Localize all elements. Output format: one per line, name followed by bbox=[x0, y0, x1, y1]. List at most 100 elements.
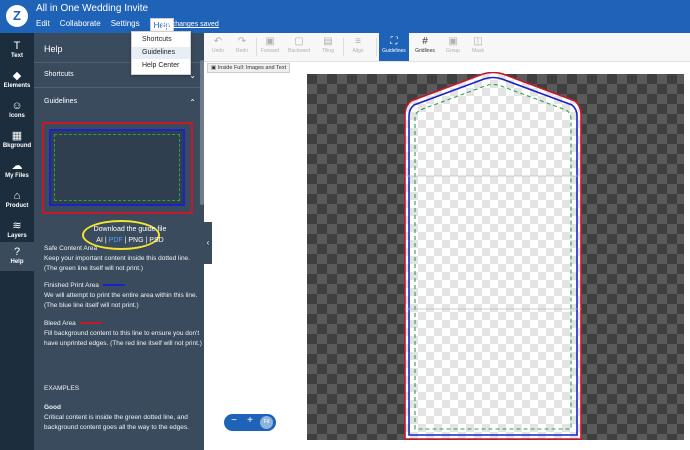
menu-settings[interactable]: Settings bbox=[111, 19, 140, 31]
redo-button[interactable]: ↷ Redo bbox=[230, 33, 254, 61]
rail-item-layers[interactable]: ≋ Layers bbox=[0, 216, 34, 245]
tool-label: Redo bbox=[236, 48, 248, 54]
send-backward-icon: ▢ bbox=[294, 36, 304, 47]
blue-line-swatch bbox=[102, 284, 125, 287]
product-icon: ⌂ bbox=[13, 190, 21, 202]
tiling-icon: ▤ bbox=[323, 36, 333, 47]
rail-item-text[interactable]: T Text bbox=[0, 36, 34, 65]
collapse-panel-button[interactable]: ‹ bbox=[204, 222, 212, 264]
zoom-out-button[interactable]: − bbox=[227, 415, 241, 426]
rail-label: Product bbox=[5, 203, 29, 209]
top-bar: Z All in One Wedding Invite Edit Collabo… bbox=[0, 0, 690, 33]
separator: | bbox=[104, 237, 107, 244]
smiley-icon: ☺ bbox=[11, 100, 23, 112]
tool-label: Tiling bbox=[322, 48, 334, 54]
undo-button[interactable]: ↶ Undo bbox=[206, 33, 230, 61]
align-button[interactable]: ≡ Align bbox=[346, 33, 370, 61]
grid-icon: # bbox=[422, 36, 428, 47]
menu-item-guidelines[interactable]: Guidelines bbox=[132, 47, 190, 59]
redo-icon: ↷ bbox=[237, 36, 247, 47]
safe-area-body: Keep your important content inside this … bbox=[44, 255, 190, 272]
separator: | bbox=[124, 237, 127, 244]
cloud-upload-icon: ☁ bbox=[11, 160, 23, 172]
guideline-diagram bbox=[42, 122, 193, 214]
tool-label: Undo bbox=[212, 48, 224, 54]
rail-item-icons[interactable]: ☺ Icons bbox=[0, 96, 34, 125]
tool-label: Guidelines bbox=[382, 48, 406, 54]
safe-area-line bbox=[54, 134, 180, 201]
rail-label: Icons bbox=[9, 113, 25, 119]
zoom-control: − + Fit bbox=[224, 414, 276, 431]
bleed-area-title: Bleed Area bbox=[44, 320, 76, 327]
download-psd-link[interactable]: PSD bbox=[149, 237, 163, 244]
bleed-area-body: Fill background content to this line to … bbox=[44, 330, 202, 347]
tool-label: Align bbox=[352, 48, 364, 54]
finished-area-title-row: Finished Print Area bbox=[44, 281, 204, 291]
zazzle-logo-icon[interactable]: Z bbox=[6, 5, 28, 27]
bleed-area-info: Bleed Area Fill background content to th… bbox=[44, 319, 204, 349]
download-block: Download the guide file AI | PDF | PNG |… bbox=[70, 224, 190, 246]
tool-label: Forward bbox=[260, 48, 280, 54]
rail-item-elements[interactable]: ◆ Elements bbox=[0, 66, 34, 95]
help-panel: Help Shortcuts ⌄ Guidelines ⌃ Download t… bbox=[34, 33, 204, 450]
editor-toolbar: ↶ Undo ↷ Redo ▣ Forward ▢ Backward ▤ Til… bbox=[204, 33, 690, 62]
download-ai-link[interactable]: AI bbox=[96, 237, 103, 244]
panel-scrollbar[interactable] bbox=[200, 60, 204, 205]
backward-button[interactable]: ▢ Backward bbox=[284, 33, 314, 61]
divider bbox=[34, 87, 204, 88]
tool-label: Mask bbox=[472, 48, 484, 54]
toolbar-divider bbox=[376, 38, 377, 56]
group-button[interactable]: ▣ Group bbox=[441, 33, 465, 61]
finished-area-title: Finished Print Area bbox=[44, 282, 99, 289]
download-png-link[interactable]: PNG bbox=[128, 237, 143, 244]
finished-area-line bbox=[49, 129, 185, 206]
rail-item-background[interactable]: ▦ Bkground bbox=[0, 126, 34, 155]
bleed-line bbox=[404, 72, 582, 440]
align-icon: ≡ bbox=[355, 36, 361, 47]
guidelines-button[interactable]: ⛶ Guidelines bbox=[379, 33, 409, 61]
menu-item-help-center[interactable]: Help Center bbox=[132, 60, 190, 72]
rail-label: Bkground bbox=[2, 143, 32, 149]
bring-forward-icon: ▣ bbox=[265, 36, 275, 47]
menu-collaborate[interactable]: Collaborate bbox=[60, 19, 101, 31]
separator: | bbox=[145, 237, 148, 244]
background-icon: ▦ bbox=[11, 130, 23, 142]
rail-label: Text bbox=[11, 53, 23, 59]
rail-item-my-files[interactable]: ☁ My Files bbox=[0, 156, 34, 185]
design-area-label: Inside Full: Images and Text bbox=[217, 65, 287, 71]
rail-item-product[interactable]: ⌂ Product bbox=[0, 186, 34, 215]
save-status: All changes saved bbox=[162, 21, 219, 28]
tool-rail: T Text ◆ Elements ☺ Icons ▦ Bkground ☁ M… bbox=[0, 33, 34, 450]
zoom-in-button[interactable]: + bbox=[243, 415, 257, 426]
download-pdf-link[interactable]: PDF bbox=[109, 237, 123, 244]
chevron-up-icon: ⌃ bbox=[189, 98, 196, 107]
toolbar-divider bbox=[343, 38, 344, 56]
menu-item-shortcuts[interactable]: Shortcuts bbox=[132, 34, 190, 46]
layers-icon: ≋ bbox=[12, 220, 22, 232]
forward-button[interactable]: ▣ Forward bbox=[258, 33, 282, 61]
mask-button[interactable]: ◫ Mask bbox=[466, 33, 490, 61]
rail-item-help[interactable]: ? Help bbox=[0, 242, 34, 271]
invitation-design[interactable] bbox=[402, 72, 584, 442]
tiling-button[interactable]: ▤ Tiling bbox=[316, 33, 340, 61]
examples-heading: EXAMPLES bbox=[44, 385, 80, 392]
red-line-swatch bbox=[79, 322, 102, 325]
document-title[interactable]: All in One Wedding Invite bbox=[36, 3, 148, 14]
bleed-area-title-row: Bleed Area bbox=[44, 319, 204, 329]
toolbar-divider bbox=[256, 38, 257, 56]
design-area-tab[interactable]: ▣ Inside Full: Images and Text bbox=[207, 63, 291, 73]
rail-label: My Files bbox=[5, 173, 29, 179]
help-icon: ? bbox=[13, 246, 21, 258]
guidelines-icon: ⛶ bbox=[390, 36, 398, 47]
text-icon: T bbox=[13, 40, 21, 52]
guidelines-section-header[interactable]: Guidelines ⌃ bbox=[44, 98, 196, 107]
undo-icon: ↶ bbox=[213, 36, 223, 47]
good-example-label: Good bbox=[44, 404, 61, 411]
shortcuts-label: Shortcuts bbox=[44, 71, 74, 78]
zoom-fit-button[interactable]: Fit bbox=[260, 416, 273, 429]
gridlines-button[interactable]: # Gridlines bbox=[411, 33, 439, 61]
menu-edit[interactable]: Edit bbox=[36, 19, 50, 31]
guidelines-label: Guidelines bbox=[44, 98, 78, 105]
tool-label: Gridlines bbox=[415, 48, 435, 54]
image-icon: ▣ bbox=[211, 65, 217, 71]
